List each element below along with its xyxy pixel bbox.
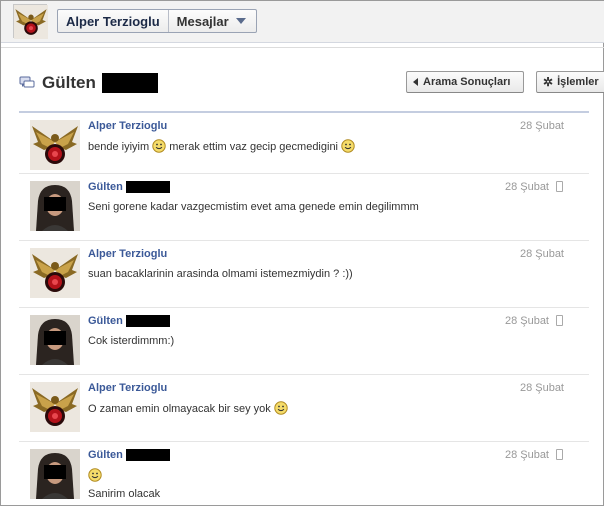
sender-name-text: Gülten (88, 181, 123, 193)
mobile-phone-icon (556, 181, 563, 192)
eagle-emblem-icon (30, 248, 80, 298)
breadcrumb: Alper Terzioglu Mesajlar (57, 9, 257, 33)
redaction-bar (101, 73, 158, 93)
sender-name-text: Gülten (88, 449, 123, 461)
message-bubbles-icon (19, 76, 35, 88)
message-text-part: Cok isterdimmm:) (88, 335, 175, 347)
eagle-emblem-icon (30, 382, 80, 432)
message-text-part: Seni gorene kadar vazgecmistim evet ama … (88, 201, 419, 213)
messages-menu[interactable]: Mesajlar (169, 10, 256, 32)
redaction-bar (125, 181, 170, 193)
sender-name[interactable]: Alper Terzioglu (88, 382, 167, 394)
sender-name[interactable]: Gülten (88, 181, 170, 193)
message-text-part: bende iyiyim (88, 141, 150, 153)
divider (1, 47, 604, 48)
message-text: suan bacaklarinin arasinda olmami isteme… (88, 267, 353, 281)
avatar[interactable] (30, 181, 80, 231)
redaction-bar (125, 449, 170, 461)
avatar[interactable] (30, 449, 80, 499)
sender-name[interactable]: Gülten (88, 315, 170, 327)
message-text-part: Sanirim olacak (88, 488, 161, 500)
mobile-phone-icon (556, 315, 563, 326)
message-text: bende iyiyim merak ettim vaz gecip gecme… (88, 139, 355, 154)
sender-name-text: Alper Terzioglu (88, 120, 168, 132)
sender-name-text: Alper Terzioglu (88, 382, 168, 394)
smiley-icon (274, 401, 288, 415)
message-text: Cok isterdimmm:) (88, 334, 174, 348)
message-date: 28 Şubat (504, 181, 549, 193)
gear-icon: ✲ (543, 75, 554, 89)
chevron-down-icon (235, 18, 246, 24)
profile-avatar[interactable] (13, 4, 48, 39)
smiley-icon (152, 139, 166, 153)
eagle-emblem-icon (14, 5, 48, 39)
person-photo-icon (30, 181, 80, 231)
message-item: Gülten 28 Şubat Sanirim olacak (19, 441, 589, 506)
message-item: Alper Terzioglu 28 Şubat bende iyiyim me… (19, 113, 589, 180)
actions-button[interactable]: ✲ İşlemler (536, 71, 604, 93)
message-date: 28 Şubat (519, 248, 564, 260)
sender-name[interactable]: Alper Terzioglu (88, 120, 167, 132)
actions-button-label: İşlemler (557, 76, 599, 88)
avatar[interactable] (30, 120, 80, 170)
message-text: Sanirim olacak (88, 468, 160, 501)
message-text-part: suan bacaklarinin arasinda olmami isteme… (88, 268, 353, 280)
message-date: 28 Şubat (519, 120, 564, 132)
redaction-bar (125, 315, 170, 327)
message-text: Seni gorene kadar vazgecmistim evet ama … (88, 200, 419, 214)
back-button-label: Arama Sonuçları (423, 76, 511, 88)
message-text: O zaman emin olmayacak bir sey yok (88, 401, 288, 416)
avatar[interactable] (30, 315, 80, 365)
top-bar: Alper Terzioglu Mesajlar (1, 1, 604, 43)
smiley-icon (341, 139, 355, 153)
conversation-header: Gülten (19, 71, 158, 95)
message-text-part: O zaman emin olmayacak bir sey yok (88, 403, 271, 415)
mobile-phone-icon (556, 449, 563, 460)
message-item: Alper Terzioglu 28 Şubat O zaman emin ol… (19, 374, 589, 441)
message-item: Alper Terzioglu 28 Şubat suan bacaklarin… (19, 240, 589, 307)
message-item: Gülten 28 Şubat Seni gorene kadar vazgec… (19, 173, 589, 240)
message-date: 28 Şubat (504, 449, 549, 461)
message-text-part: merak ettim vaz gecip gecmedigini (169, 141, 339, 153)
sender-name-text: Gülten (88, 315, 123, 327)
eagle-emblem-icon (30, 120, 80, 170)
person-photo-icon (30, 449, 80, 499)
page-title: Gülten (42, 73, 96, 92)
message-date: 28 Şubat (519, 382, 564, 394)
smiley-icon (88, 468, 102, 482)
message-date: 28 Şubat (504, 315, 549, 327)
chevron-left-icon (413, 78, 418, 86)
sender-name-text: Alper Terzioglu (88, 248, 168, 260)
user-name-link[interactable]: Alper Terzioglu (58, 10, 169, 32)
messages-menu-label: Mesajlar (176, 13, 229, 29)
person-photo-icon (30, 315, 80, 365)
avatar[interactable] (30, 382, 80, 432)
back-to-search-button[interactable]: Arama Sonuçları (406, 71, 524, 93)
avatar[interactable] (30, 248, 80, 298)
sender-name[interactable]: Alper Terzioglu (88, 248, 167, 260)
sender-name[interactable]: Gülten (88, 449, 170, 461)
message-item: Gülten 28 Şubat Cok isterdimmm:) (19, 307, 589, 374)
